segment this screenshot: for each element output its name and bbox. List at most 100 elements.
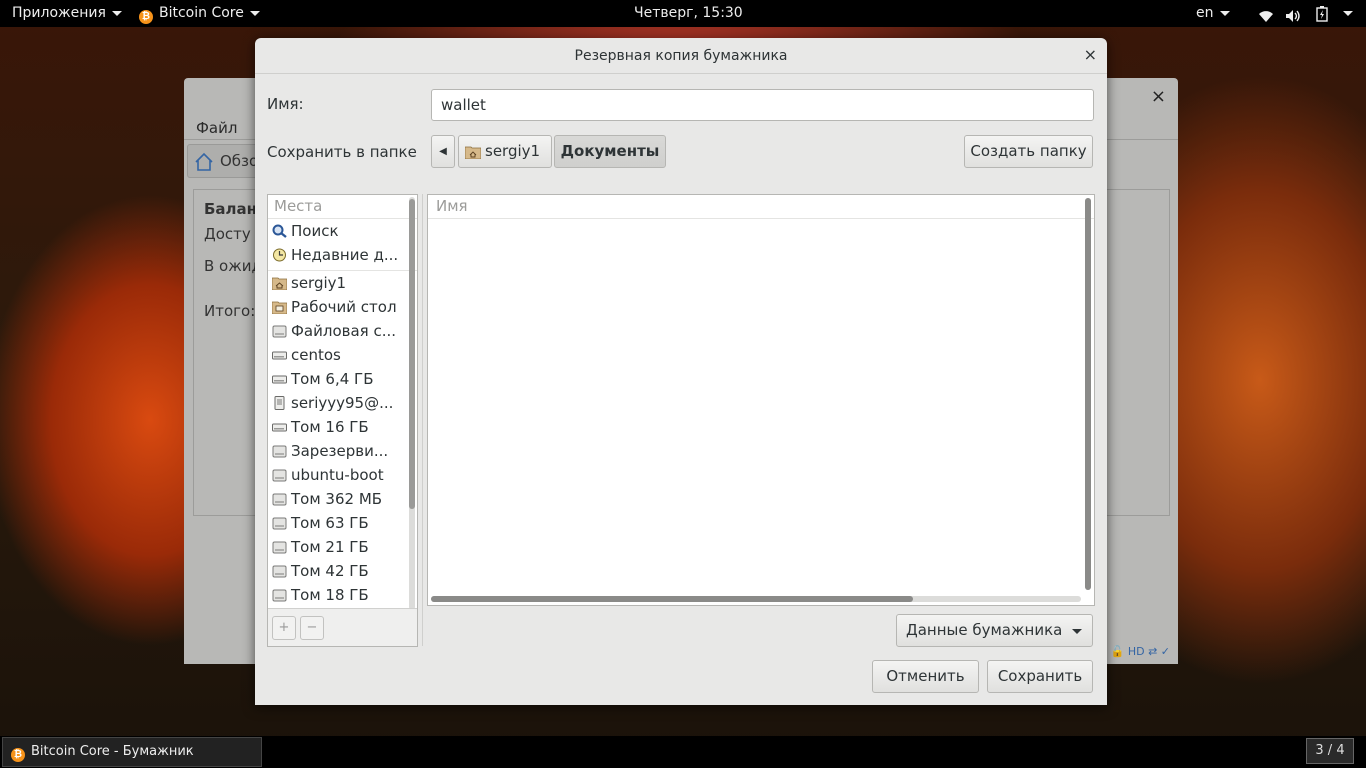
close-icon[interactable]: ×: [1151, 86, 1166, 107]
file-type-filter[interactable]: Данные бумажника: [896, 614, 1093, 647]
place-label: Том 42 ГБ: [291, 562, 369, 580]
places-header: Места: [268, 195, 417, 219]
place-item[interactable]: Том 362 МБ: [268, 487, 404, 511]
hd-icon: HD: [1127, 645, 1145, 658]
places-group-devices: sergiy1 Рабочий стол Файловая с... centos То…: [268, 271, 417, 607]
app-menu[interactable]: ₿ Bitcoin Core: [139, 0, 260, 27]
remove-place-button[interactable]: −: [300, 616, 324, 640]
system-menu[interactable]: [1337, 0, 1353, 27]
backup-wallet-dialog: Резервная копия бумажника × Имя: wallet …: [255, 38, 1107, 705]
place-item[interactable]: Том 63 ГБ: [268, 511, 404, 535]
place-item[interactable]: centos: [268, 343, 404, 367]
place-label: Том 63 ГБ: [291, 514, 369, 532]
desktop-folder-icon: [272, 301, 287, 314]
place-item[interactable]: Рабочий стол: [268, 295, 404, 319]
drive-icon: [272, 469, 287, 482]
app-menu-label: Bitcoin Core: [159, 5, 244, 21]
dialog-title: Резервная копия бумажника: [255, 38, 1107, 74]
file-list-hscrollbar[interactable]: [431, 596, 1081, 602]
place-item[interactable]: Файловая с...: [268, 319, 404, 343]
network-icon: ⇄: [1148, 645, 1158, 658]
applications-label: Приложения: [12, 5, 106, 21]
clock[interactable]: Четверг, 15:30: [634, 0, 743, 27]
path-documents-label: Документы: [560, 142, 660, 160]
taskbar-item-bitcoin-core[interactable]: ₿ Bitcoin Core - Бумажник: [2, 737, 262, 767]
pending-label: В ожид: [204, 257, 262, 275]
cancel-button[interactable]: Отменить: [872, 660, 979, 693]
chevron-down-icon: [249, 10, 260, 16]
status-icons: 🔓 HD ⇄ ✓: [1111, 645, 1170, 658]
lock-icon: 🔓: [1110, 645, 1125, 658]
place-label: Том 21 ГБ: [291, 538, 369, 556]
home-icon: [195, 152, 213, 171]
chevron-down-icon: [111, 10, 122, 16]
place-label: Файловая с...: [291, 322, 396, 340]
sync-check-icon: ✓: [1160, 645, 1170, 658]
place-item[interactable]: Том 18 ГБ: [268, 583, 404, 607]
place-item[interactable]: Том 21 ГБ: [268, 535, 404, 559]
place-label: Поиск: [291, 222, 339, 240]
file-list-vscrollbar-thumb[interactable]: [1085, 198, 1091, 590]
recent-icon: [273, 248, 286, 262]
place-label: Рабочий стол: [291, 298, 397, 316]
tab-overview[interactable]: Обзо: [187, 144, 259, 178]
save-label: Сохранить: [997, 667, 1083, 685]
place-item[interactable]: Том 16 ГБ: [268, 415, 404, 439]
place-item[interactable]: Том 6,4 ГБ: [268, 367, 404, 391]
file-list-vscrollbar[interactable]: [1085, 198, 1091, 590]
place-item[interactable]: seriyyy95@...: [268, 391, 404, 415]
path-sergiy1-button[interactable]: sergiy1: [458, 135, 552, 168]
pane-divider[interactable]: [422, 194, 423, 646]
create-folder-label: Создать папку: [970, 142, 1087, 160]
places-scrollbar-thumb[interactable]: [409, 199, 415, 509]
applications-menu[interactable]: Приложения: [12, 0, 122, 27]
drive-icon: [272, 541, 287, 554]
search-icon: [272, 224, 287, 238]
place-item[interactable]: sergiy1: [268, 271, 404, 295]
save-button[interactable]: Сохранить: [987, 660, 1093, 693]
place-label: ubuntu-boot: [291, 466, 384, 484]
battery-icon[interactable]: [1316, 5, 1328, 23]
drive-icon: [272, 589, 287, 602]
close-icon[interactable]: ×: [1084, 46, 1097, 64]
places-sidebar: Места Поиск Недавние д... sergiy1 Рабочий…: [267, 194, 418, 647]
network-drive-icon: [274, 396, 285, 410]
create-folder-button[interactable]: Создать папку: [964, 135, 1093, 168]
drive-icon: [272, 493, 287, 506]
place-search[interactable]: Поиск: [268, 219, 404, 243]
tab-overview-label: Обзо: [220, 152, 259, 170]
language-label: en: [1196, 5, 1214, 21]
taskbar: ₿ Bitcoin Core - Бумажник 3 / 4: [0, 736, 1366, 768]
places-scrollbar[interactable]: [409, 197, 415, 610]
place-recent[interactable]: Недавние д...: [268, 243, 404, 267]
column-header-name[interactable]: Имя: [428, 195, 1094, 219]
chevron-down-icon: [1072, 629, 1082, 634]
place-label: seriyyy95@...: [291, 394, 394, 412]
home-folder-icon: [272, 277, 287, 290]
place-item[interactable]: Том 42 ГБ: [268, 559, 404, 583]
place-label: Том 6,4 ГБ: [291, 370, 374, 388]
path-sergiy1-label: sergiy1: [485, 142, 541, 160]
add-place-button[interactable]: +: [272, 616, 296, 640]
available-label: Досту: [204, 225, 251, 243]
top-bar: Приложения ₿ Bitcoin Core Четверг, 15:30 …: [0, 0, 1366, 27]
path-documents-button[interactable]: Документы: [554, 135, 666, 168]
file-list-hscrollbar-thumb[interactable]: [431, 596, 913, 602]
wifi-icon[interactable]: [1258, 6, 1274, 22]
drive-icon: [272, 565, 287, 578]
menu-file[interactable]: Файл: [196, 119, 237, 137]
home-folder-icon: [465, 146, 481, 159]
volume-icon[interactable]: [1285, 6, 1301, 22]
place-label: Том 18 ГБ: [291, 586, 369, 604]
bitcoin-icon: ₿: [139, 10, 153, 24]
place-item[interactable]: Зарезерви...: [268, 439, 404, 463]
place-item[interactable]: ubuntu-boot: [268, 463, 404, 487]
file-list[interactable]: Имя: [427, 194, 1095, 606]
chevron-down-icon: [1343, 10, 1353, 16]
place-label: Недавние д...: [291, 246, 399, 264]
workspace-indicator[interactable]: 3 / 4: [1306, 738, 1354, 764]
language-menu[interactable]: en: [1196, 0, 1230, 27]
chevron-down-icon: [1219, 10, 1230, 16]
filename-input[interactable]: wallet: [431, 89, 1094, 121]
path-back-button[interactable]: ◀: [431, 135, 455, 168]
